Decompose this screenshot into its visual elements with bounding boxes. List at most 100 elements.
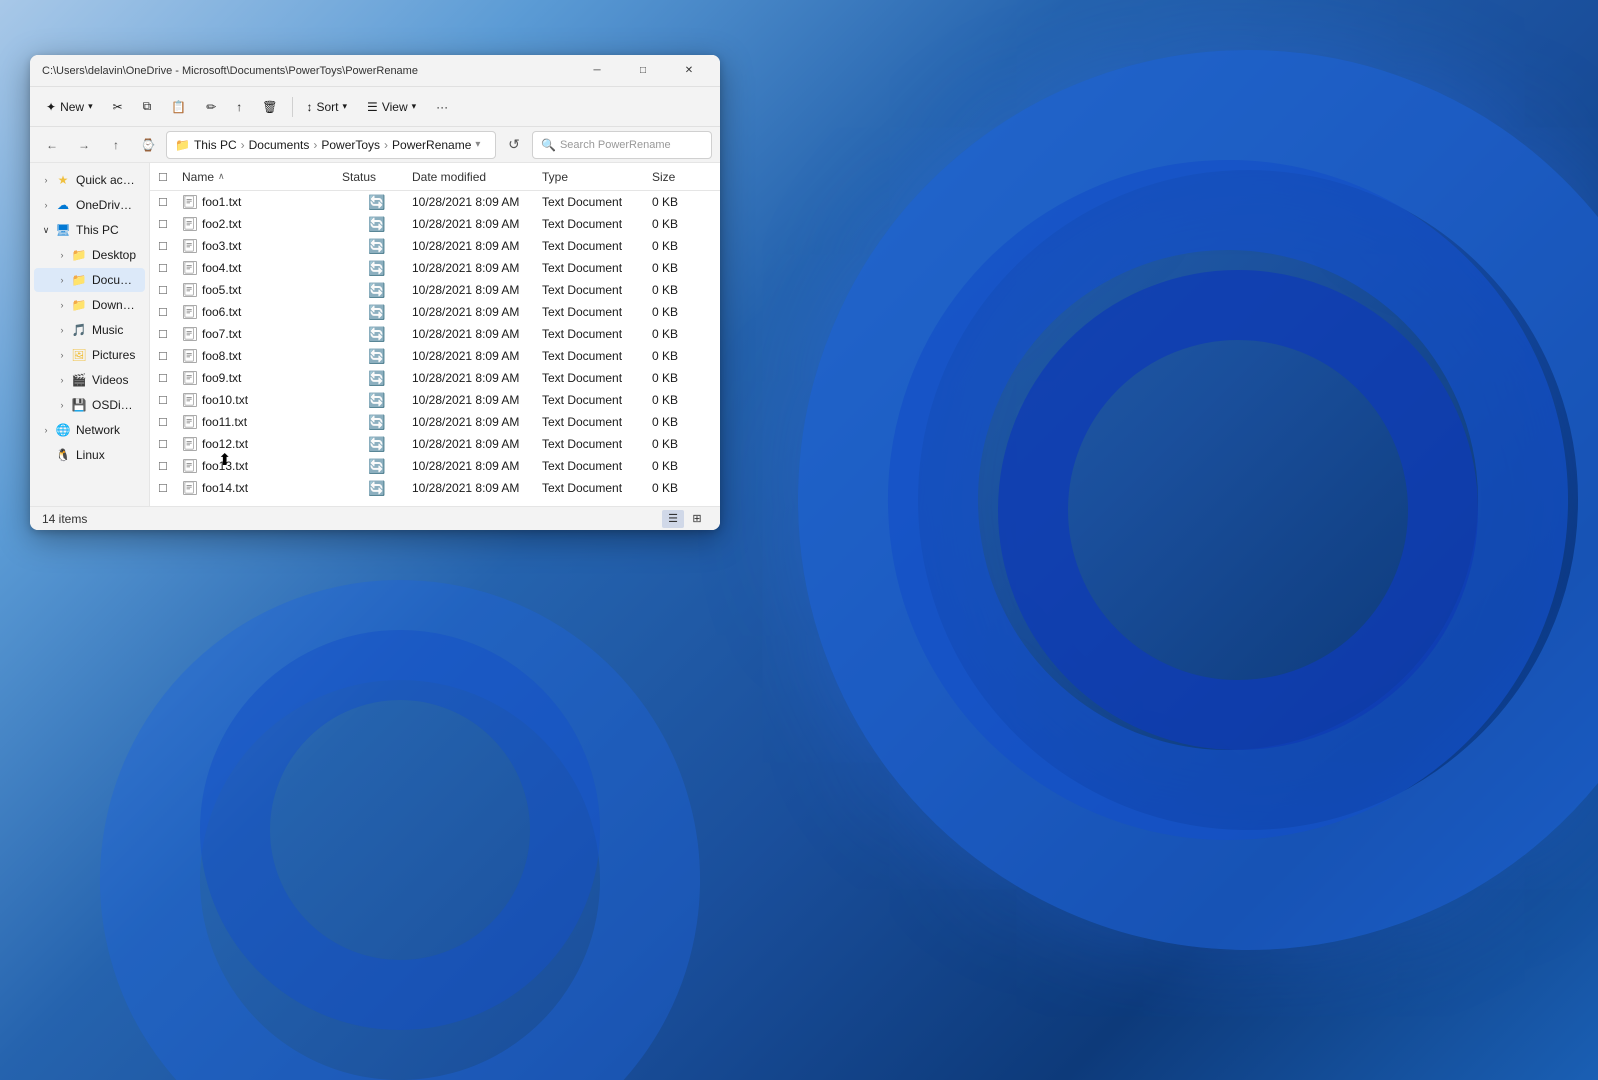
- file-status-6: 🔄: [342, 326, 412, 343]
- sidebar-item-pictures[interactable]: › 🖼 Pictures: [34, 343, 145, 367]
- breadcrumb-powertoys[interactable]: PowerToys: [321, 138, 380, 152]
- forward-button[interactable]: →: [70, 131, 98, 159]
- new-button[interactable]: ✦ New ▾: [38, 96, 101, 118]
- file-checkbox-1[interactable]: ☐: [158, 217, 182, 231]
- sidebar-item-osdisk[interactable]: › 💾 OSDisk (C:): [34, 393, 145, 417]
- sidebar-item-videos[interactable]: › 🎬 Videos: [34, 368, 145, 392]
- sidebar-item-quick-access[interactable]: › ★ Quick access: [34, 168, 145, 192]
- column-size[interactable]: Size: [652, 170, 712, 184]
- cut-button[interactable]: ✂: [105, 96, 131, 118]
- column-type[interactable]: Type: [542, 170, 652, 184]
- file-checkbox-4[interactable]: ☐: [158, 283, 182, 297]
- file-checkbox-9[interactable]: ☐: [158, 393, 182, 407]
- txt-file-icon-10: [183, 415, 197, 429]
- details-view-button[interactable]: ⊞: [686, 510, 708, 528]
- column-status[interactable]: Status: [342, 170, 412, 184]
- this-pc-chevron-icon: ∨: [38, 222, 54, 238]
- file-name-cell-12: foo13.txt: [182, 458, 342, 474]
- select-all-checkbox[interactable]: ☐: [158, 170, 182, 184]
- table-row[interactable]: ☐ foo2.txt 🔄 10/: [150, 213, 720, 235]
- table-row[interactable]: ☐ foo9.txt 🔄 10/: [150, 367, 720, 389]
- up-button[interactable]: ↑: [102, 131, 130, 159]
- column-name[interactable]: Name ∧: [182, 170, 342, 184]
- table-row[interactable]: ☐ foo11.txt 🔄 10: [150, 411, 720, 433]
- file-checkbox-11[interactable]: ☐: [158, 437, 182, 451]
- file-date-9: 10/28/2021 8:09 AM: [412, 393, 542, 407]
- maximize-button[interactable]: □: [620, 55, 666, 87]
- file-checkbox-7[interactable]: ☐: [158, 349, 182, 363]
- file-checkbox-8[interactable]: ☐: [158, 371, 182, 385]
- close-button[interactable]: ✕: [666, 55, 712, 87]
- file-size-13: 0 KB: [652, 481, 712, 495]
- file-checkbox-10[interactable]: ☐: [158, 415, 182, 429]
- sidebar-item-onedrive[interactable]: › ☁ OneDrive - Micro: [34, 193, 145, 217]
- sidebar-item-this-pc[interactable]: ∨ 🖥 This PC: [34, 218, 145, 242]
- breadcrumb-dropdown-icon[interactable]: ▾: [475, 139, 480, 150]
- downloads-chevron-icon: ›: [54, 297, 70, 313]
- breadcrumb-powerrename[interactable]: PowerRename: [392, 138, 471, 152]
- share-button[interactable]: ↑: [228, 96, 250, 118]
- table-row[interactable]: ☐ foo3.txt 🔄 10/: [150, 235, 720, 257]
- sidebar-item-desktop[interactable]: › 📁 Desktop: [34, 243, 145, 267]
- file-checkbox-0[interactable]: ☐: [158, 195, 182, 209]
- delete-icon: 🗑: [262, 100, 277, 114]
- refresh-button[interactable]: ↺: [500, 131, 528, 159]
- table-row[interactable]: ☐ foo5.txt 🔄 10/: [150, 279, 720, 301]
- file-name-11: foo12.txt: [202, 437, 248, 451]
- table-row[interactable]: ☐ foo8.txt 🔄 10/: [150, 345, 720, 367]
- file-status-4: 🔄: [342, 282, 412, 299]
- table-row[interactable]: ☐ foo1.txt 🔄 10/: [150, 191, 720, 213]
- sidebar-label-quick-access: Quick access: [76, 173, 137, 187]
- back-button[interactable]: ←: [38, 131, 66, 159]
- table-row[interactable]: ☐ foo7.txt 🔄 10/: [150, 323, 720, 345]
- table-row[interactable]: ☐ foo10.txt 🔄 10: [150, 389, 720, 411]
- table-row[interactable]: ☐ foo14.txt 🔄 10: [150, 477, 720, 499]
- file-date-5: 10/28/2021 8:09 AM: [412, 305, 542, 319]
- table-row[interactable]: ☐ foo13.txt 🔄 10: [150, 455, 720, 477]
- more-button[interactable]: ···: [428, 96, 456, 118]
- table-row[interactable]: ☐ foo12.txt 🔄 10: [150, 433, 720, 455]
- sidebar-item-documents[interactable]: › 📁 Documents: [34, 268, 145, 292]
- search-box[interactable]: 🔍 Search PowerRename: [532, 131, 712, 159]
- pictures-chevron-icon: ›: [54, 347, 70, 363]
- column-type-label: Type: [542, 170, 568, 184]
- file-checkbox-5[interactable]: ☐: [158, 305, 182, 319]
- minimize-button[interactable]: ─: [574, 55, 620, 87]
- sidebar-item-music[interactable]: › 🎵 Music: [34, 318, 145, 342]
- txt-file-icon-4: [183, 283, 197, 297]
- delete-button[interactable]: 🗑: [254, 96, 285, 118]
- column-date-label: Date modified: [412, 170, 486, 184]
- osdisk-icon: 💾: [70, 396, 88, 414]
- sidebar-label-linux: Linux: [76, 448, 105, 462]
- rename-button[interactable]: ✏: [198, 96, 224, 118]
- sidebar-item-network[interactable]: › 🌐 Network: [34, 418, 145, 442]
- column-date[interactable]: Date modified: [412, 170, 542, 184]
- file-checkbox-13[interactable]: ☐: [158, 481, 182, 495]
- breadcrumb[interactable]: 📁 This PC › Documents › PowerToys › Powe…: [166, 131, 496, 159]
- txt-file-icon-3: [183, 261, 197, 275]
- file-checkbox-6[interactable]: ☐: [158, 327, 182, 341]
- file-size-9: 0 KB: [652, 393, 712, 407]
- view-button[interactable]: ☰ View ▾: [359, 96, 424, 118]
- sort-button[interactable]: ↕ Sort ▾: [299, 96, 356, 118]
- paste-button[interactable]: 📋: [163, 96, 194, 118]
- file-name-3: foo4.txt: [202, 261, 241, 275]
- file-checkbox-3[interactable]: ☐: [158, 261, 182, 275]
- breadcrumb-this-pc[interactable]: This PC: [194, 138, 237, 152]
- file-type-2: Text Document: [542, 239, 652, 253]
- sidebar-label-osdisk: OSDisk (C:): [92, 398, 137, 412]
- breadcrumb-documents[interactable]: Documents: [249, 138, 310, 152]
- file-name-cell-11: foo12.txt: [182, 436, 342, 452]
- recent-button[interactable]: ⌚: [134, 131, 162, 159]
- file-date-4: 10/28/2021 8:09 AM: [412, 283, 542, 297]
- copy-button[interactable]: ⧉: [135, 95, 160, 118]
- file-checkbox-12[interactable]: ☐: [158, 459, 182, 473]
- table-row[interactable]: ☐ foo6.txt 🔄 10/: [150, 301, 720, 323]
- list-view-button[interactable]: ☰: [662, 510, 684, 528]
- file-checkbox-2[interactable]: ☐: [158, 239, 182, 253]
- table-row[interactable]: ☐ foo4.txt 🔄 10/: [150, 257, 720, 279]
- file-icon-5: [182, 304, 198, 320]
- sidebar-item-linux[interactable]: 🐧 Linux: [34, 443, 145, 467]
- file-status-5: 🔄: [342, 304, 412, 321]
- sidebar-item-downloads[interactable]: › 📁 Downloads: [34, 293, 145, 317]
